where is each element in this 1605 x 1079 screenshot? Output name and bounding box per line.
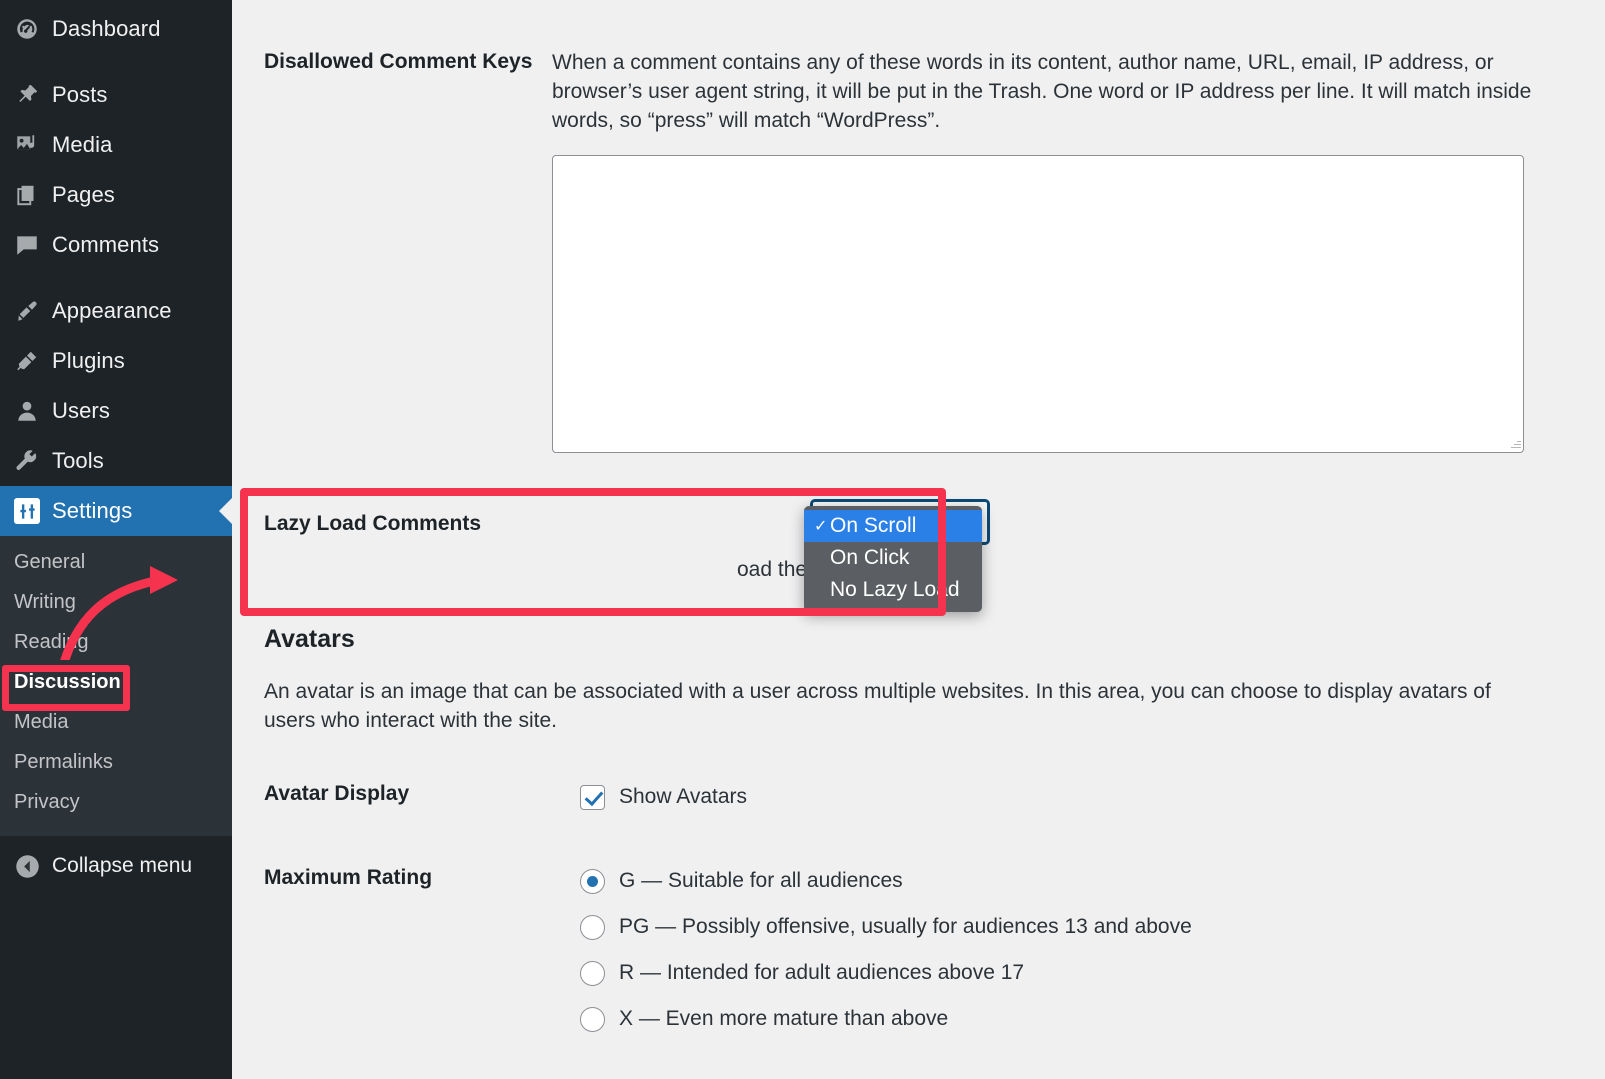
select-option-label: On Click — [830, 546, 910, 569]
maximum-rating-body: G — Suitable for all audiences PG — Poss… — [552, 864, 1532, 1036]
user-icon — [14, 398, 52, 424]
settings-discussion-content: Disallowed Comment Keys When a comment c… — [232, 0, 1605, 1079]
pages-icon — [14, 182, 52, 208]
avatar-display-row: Avatar Display Show Avatars — [232, 780, 1132, 814]
sidebar-item-plugins[interactable]: Plugins — [0, 336, 232, 386]
maximum-rating-row: Maximum Rating G — Suitable for all audi… — [232, 864, 1532, 1036]
sidebar-subitem-writing[interactable]: Writing — [0, 582, 232, 622]
show-avatars-label: Show Avatars — [619, 785, 748, 808]
rating-option-pg[interactable]: PG — Possibly offensive, usually for aud… — [580, 910, 1506, 944]
sidebar-item-label: Comments — [52, 232, 160, 257]
disallowed-comment-keys-label: Disallowed Comment Keys — [264, 50, 533, 73]
sidebar-item-label: Posts — [52, 82, 108, 107]
disallowed-comment-keys-textarea[interactable] — [552, 155, 1524, 453]
sidebar-item-users[interactable]: Users — [0, 386, 232, 436]
select-option-label: No Lazy Load — [830, 578, 960, 601]
select-option-on-click[interactable]: On Click — [804, 542, 982, 574]
sidebar-subitem-discussion[interactable]: Discussion — [0, 662, 232, 702]
sidebar-item-label: Tools — [52, 448, 104, 473]
sidebar-subitem-privacy[interactable]: Privacy — [0, 782, 232, 822]
rating-radio-pg[interactable] — [580, 914, 605, 940]
rating-label-pg: PG — Possibly offensive, usually for aud… — [619, 915, 1192, 938]
show-avatars-checkbox-row[interactable]: Show Avatars — [580, 780, 1106, 814]
sidebar-divider — [0, 270, 232, 286]
select-option-label: On Scroll — [830, 514, 917, 537]
settings-submenu: General Writing Reading Discussion Media… — [0, 536, 232, 836]
rating-option-g[interactable]: G — Suitable for all audiences — [580, 864, 1506, 898]
disallowed-comment-keys-description: When a comment contains any of these wor… — [552, 51, 1532, 132]
sidebar-divider — [0, 54, 232, 70]
dashboard-icon — [14, 16, 52, 42]
rating-radio-x[interactable] — [580, 1006, 605, 1032]
avatar-display-body: Show Avatars — [552, 780, 1132, 814]
avatars-description: An avatar is an image that can be associ… — [264, 680, 1491, 732]
disallowed-comment-keys-row: Disallowed Comment Keys When a comment c… — [232, 48, 1605, 453]
lazy-load-select-dropdown[interactable]: ✓ On Scroll On Click No Lazy Load — [804, 506, 982, 612]
rating-option-x[interactable]: X — Even more mature than above — [580, 1002, 1506, 1036]
sidebar-subitem-permalinks[interactable]: Permalinks — [0, 742, 232, 782]
sidebar-item-settings[interactable]: Settings — [0, 486, 233, 536]
media-icon — [14, 132, 52, 158]
collapse-left-arrow-icon — [14, 853, 52, 880]
collapse-menu-button[interactable]: Collapse menu — [0, 840, 232, 892]
sidebar-item-label: Plugins — [52, 348, 125, 373]
sidebar-item-appearance[interactable]: Appearance — [0, 286, 232, 336]
rating-radio-r[interactable] — [580, 960, 605, 986]
sidebar-subitem-media[interactable]: Media — [0, 702, 232, 742]
comment-bubble-icon — [14, 232, 52, 258]
show-avatars-checkbox[interactable] — [580, 784, 605, 810]
sidebar-item-pages[interactable]: Pages — [0, 170, 232, 220]
rating-radio-g[interactable] — [580, 868, 605, 894]
sidebar-item-label: Dashboard — [52, 16, 161, 41]
sidebar-item-label: Pages — [52, 182, 115, 207]
wordpress-admin-screen: Dashboard Posts Media Pages Comments App… — [0, 0, 1605, 1079]
wrench-icon — [14, 448, 52, 474]
rating-option-r[interactable]: R — Intended for adult audiences above 1… — [580, 956, 1506, 990]
sidebar-item-comments[interactable]: Comments — [0, 220, 232, 270]
check-icon: ✓ — [814, 518, 828, 535]
admin-sidebar: Dashboard Posts Media Pages Comments App… — [0, 0, 233, 1079]
collapse-menu-label: Collapse menu — [52, 854, 193, 877]
sidebar-item-label: Settings — [52, 498, 133, 523]
select-option-no-lazy-load[interactable]: No Lazy Load — [804, 574, 982, 606]
disallowed-comment-keys-body: When a comment contains any of these wor… — [552, 48, 1605, 453]
sidebar-item-label: Media — [52, 132, 113, 157]
rating-label-x: X — Even more mature than above — [619, 1007, 949, 1030]
maximum-rating-label: Maximum Rating — [264, 866, 433, 889]
sidebar-item-label: Appearance — [52, 298, 172, 323]
avatars-heading: Avatars — [264, 625, 355, 653]
sidebar-item-posts[interactable]: Posts — [0, 70, 232, 120]
settings-sliders-icon — [14, 498, 52, 524]
paintbrush-icon — [14, 298, 52, 324]
sidebar-subitem-general[interactable]: General — [0, 542, 232, 582]
resize-handle-icon[interactable] — [1509, 438, 1521, 450]
sidebar-subitem-reading[interactable]: Reading — [0, 622, 232, 662]
rating-label-g: G — Suitable for all audiences — [619, 869, 903, 892]
sidebar-item-dashboard[interactable]: Dashboard — [0, 4, 232, 54]
select-option-on-scroll[interactable]: ✓ On Scroll — [804, 510, 982, 542]
plug-icon — [14, 348, 52, 374]
avatar-display-label: Avatar Display — [264, 782, 410, 805]
sidebar-item-tools[interactable]: Tools — [0, 436, 232, 486]
sidebar-filler — [0, 892, 232, 1079]
lazy-load-comments-row: Lazy Load Comments oad the comments. — [232, 510, 1212, 584]
sidebar-item-label: Users — [52, 398, 110, 423]
rating-label-r: R — Intended for adult audiences above 1… — [619, 961, 1025, 984]
lazy-load-comments-label: Lazy Load Comments — [264, 512, 482, 535]
pin-icon — [14, 82, 52, 108]
sidebar-item-media[interactable]: Media — [0, 120, 232, 170]
